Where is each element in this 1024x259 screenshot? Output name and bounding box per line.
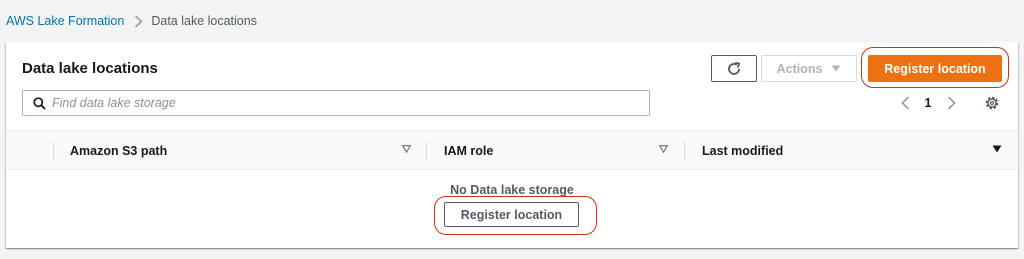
page-number[interactable]: 1 [914,96,942,110]
table-header: Amazon S3 path IAM role Last modified [6,130,1018,170]
caret-down-icon [831,65,841,72]
data-lake-locations-panel: Data lake locations Actions Register loc… [6,42,1018,248]
search-input[interactable] [52,92,632,114]
column-divider [426,142,427,160]
next-page-icon[interactable] [942,96,960,110]
previous-page-icon[interactable] [896,96,914,110]
pagination: 1 [896,92,960,114]
search-field[interactable] [22,90,650,116]
page-title: Data lake locations [22,60,158,77]
breadcrumb-current: Data lake locations [151,14,257,28]
sort-descending-icon[interactable] [992,145,1002,153]
column-header-last-modified[interactable]: Last modified [702,144,783,158]
refresh-button[interactable] [711,55,757,82]
empty-state-message: No Data lake storage [450,183,574,197]
column-header-iam-role[interactable]: IAM role [444,144,493,158]
sort-icon[interactable] [402,145,411,153]
column-divider [53,142,54,160]
breadcrumb: AWS Lake Formation Data lake locations [6,11,257,31]
register-location-empty-button[interactable]: Register location [444,202,579,227]
sort-icon[interactable] [659,145,668,153]
actions-label: Actions [776,61,823,76]
chevron-right-icon [134,14,143,28]
register-location-button[interactable]: Register location [868,55,1002,82]
column-divider [684,142,685,160]
breadcrumb-link-lake-formation[interactable]: AWS Lake Formation [6,14,124,28]
refresh-icon [726,61,742,77]
column-header-s3-path[interactable]: Amazon S3 path [70,144,167,158]
search-icon [33,96,46,110]
settings-gear-icon[interactable] [983,94,1001,112]
actions-dropdown[interactable]: Actions [761,55,857,82]
